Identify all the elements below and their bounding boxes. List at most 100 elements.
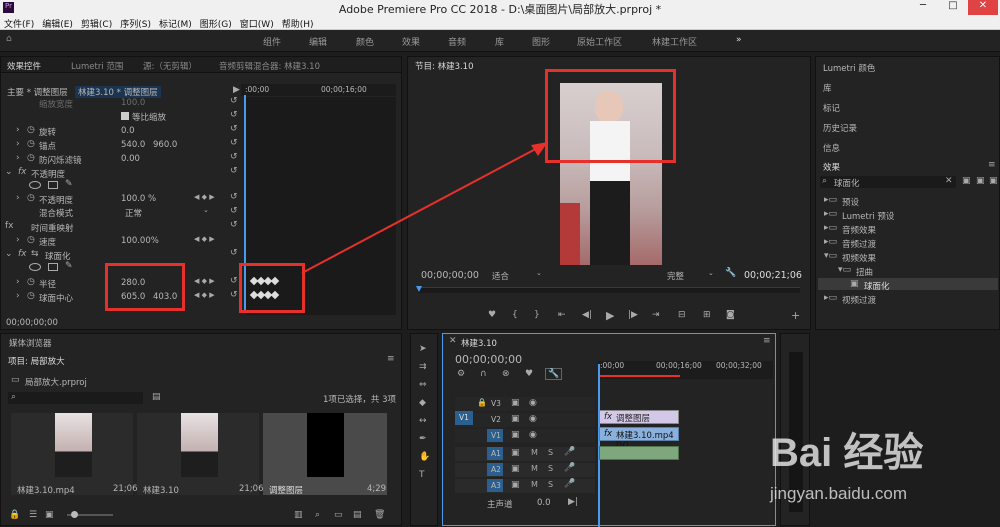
selection-tool-icon[interactable]: ➤ (419, 344, 427, 354)
source-patch-v1[interactable]: V1 (455, 411, 473, 425)
automate-icon[interactable]: ▥ (294, 510, 303, 520)
microphone-icon[interactable]: 🎤 (564, 447, 575, 457)
tab-media-browser[interactable]: 媒体浏览器 (9, 337, 52, 349)
search-value: 球面化 (834, 179, 860, 189)
project-search-input[interactable]: ⌕ (8, 392, 143, 404)
panel-menu-icon[interactable]: ≡ (763, 336, 771, 346)
new-item-icon[interactable]: ▤ (353, 510, 362, 520)
toggle-sync-icon[interactable]: ▣ (511, 414, 520, 424)
history-tab[interactable]: 历史记录 (823, 122, 857, 134)
mute-button[interactable]: M (531, 464, 538, 473)
microphone-icon[interactable]: 🎤 (564, 479, 575, 489)
tree-distort[interactable]: 扭曲 (856, 266, 873, 278)
slip-icon[interactable]: ↔ (419, 416, 427, 426)
nest-icon[interactable]: ⚙ (457, 369, 465, 379)
watermark-brand: Bai 经验 (770, 431, 924, 475)
project-item[interactable]: 林建3.10 21;06 (137, 413, 264, 496)
add-marker-icon[interactable]: ♥ (525, 369, 533, 379)
timeline-settings-icon[interactable]: 🔧 (545, 368, 563, 380)
project-file-icon: ▭ (11, 375, 20, 385)
snap-icon[interactable]: ∩ (480, 369, 487, 379)
tree-selected-row (818, 278, 998, 290)
lock-icon[interactable]: 🔒 (477, 398, 487, 407)
toggle-sync-icon[interactable]: ▣ (511, 430, 520, 440)
find-icon[interactable]: ⌕ (315, 510, 320, 520)
fx-icon: fx (604, 412, 613, 422)
folder-icon: ▾▭ (824, 251, 838, 261)
tree-video-effects[interactable]: 视频效果 (842, 252, 876, 264)
project-item-name: 林建3.10 (143, 486, 179, 496)
toggle-sync-icon[interactable]: ▣ (511, 448, 520, 458)
tree-audio-effects[interactable]: 音频效果 (842, 224, 876, 236)
accelerated-effects-icon[interactable]: ▣ (962, 176, 971, 186)
solo-button[interactable]: S (548, 464, 553, 473)
new-bin-from-search-icon[interactable]: ▤ (152, 392, 161, 402)
project-item-duration: 21;06 (239, 484, 264, 494)
timeline-ruler[interactable]: :00;00 00;00;16;00 00;00;32;00 (598, 361, 773, 379)
track-header-v2[interactable] (455, 413, 595, 427)
panel-menu-icon[interactable]: ≡ (988, 160, 996, 170)
master-track-value[interactable]: 0.0 (537, 498, 551, 508)
project-item[interactable]: 林建3.10.mp4 21;06 (11, 413, 138, 496)
master-jump-icon[interactable]: ▶| (568, 497, 578, 507)
markers-tab[interactable]: 标记 (823, 102, 840, 114)
clip-audio[interactable] (599, 446, 679, 460)
libraries-tab[interactable]: 库 (823, 82, 832, 94)
tl-ruler-1: 00;00;16;00 (656, 361, 702, 370)
trash-icon[interactable]: 🗑 (374, 510, 385, 520)
project-panel: 媒体浏览器 项目: 局部放大 ≡ ▭ 局部放大.prproj ⌕ ▤ 1项已选择… (0, 333, 402, 526)
eye-icon[interactable]: ◉ (529, 398, 537, 408)
search-icon: ⌕ (11, 392, 17, 402)
tree-spherize[interactable]: 球面化 (864, 280, 890, 292)
project-item-selected[interactable]: 调整图层 4;29 (263, 413, 387, 496)
info-tab[interactable]: 信息 (823, 142, 840, 154)
tree-lumetri-presets[interactable]: Lumetri 预设 (842, 210, 894, 222)
close-tab-icon[interactable]: ✕ (449, 336, 457, 346)
timeline-title[interactable]: 林建3.10 (461, 337, 497, 349)
razor-icon[interactable]: ◆ (419, 398, 426, 408)
track-label-a2: A2 (491, 465, 501, 474)
effects-search-input[interactable]: ⌕ 球面化 ✕ (820, 176, 956, 189)
project-title[interactable]: 项目: 局部放大 (8, 355, 65, 367)
track-select-icon[interactable]: ⇉ (419, 362, 427, 372)
microphone-icon[interactable]: 🎤 (564, 463, 575, 473)
toggle-sync-icon[interactable]: ▣ (511, 464, 520, 474)
folder-icon: ▸▭ (824, 195, 838, 205)
list-view-icon[interactable]: ☰ (29, 510, 37, 520)
track-header-v1[interactable] (455, 429, 595, 443)
tree-presets[interactable]: 预设 (842, 196, 859, 208)
right-side-panel: Lumetri 颜色 库 标记 历史记录 信息 效果 ≡ ⌕ 球面化 ✕ ▣ ▣… (815, 56, 1000, 330)
panel-menu-icon[interactable]: ≡ (387, 354, 395, 364)
new-bin-icon[interactable]: ▭ (334, 510, 343, 520)
type-tool-icon[interactable]: T (419, 470, 425, 480)
solo-button[interactable]: S (548, 448, 553, 457)
32bit-effects-icon[interactable]: ▣ (976, 176, 985, 186)
effects-panel-title[interactable]: 效果 (823, 161, 840, 173)
icon-view-icon[interactable]: ▣ (45, 510, 54, 520)
eye-icon[interactable]: ◉ (529, 414, 537, 424)
clear-icon[interactable]: ✕ (945, 176, 953, 186)
yuv-effects-icon[interactable]: ▣ (989, 176, 998, 186)
folder-icon: ▸▭ (824, 209, 838, 219)
solo-button[interactable]: S (548, 480, 553, 489)
pen-tool-icon[interactable]: ✒ (419, 434, 427, 444)
toggle-sync-icon[interactable]: ▣ (511, 480, 520, 490)
mute-button[interactable]: M (531, 480, 538, 489)
clip-adjustment-layer[interactable]: fx 调整图层 (599, 410, 679, 424)
timeline-timecode[interactable]: 00;00;00;00 (455, 353, 522, 366)
lumetri-color-tab[interactable]: Lumetri 颜色 (823, 62, 875, 74)
clip-video[interactable]: fx 林建3.10.mp4 [V] (599, 427, 679, 451)
track-header-v3[interactable] (455, 397, 595, 411)
lock-icon[interactable]: 🔒 (9, 510, 20, 520)
toggle-sync-icon[interactable]: ▣ (511, 398, 520, 408)
render-bar (600, 375, 680, 377)
tree-video-transitions[interactable]: 视频过渡 (842, 294, 876, 306)
folder-icon: ▸▭ (824, 293, 838, 303)
zoom-slider-thumb[interactable] (71, 511, 78, 518)
eye-icon[interactable]: ◉ (529, 430, 537, 440)
hand-tool-icon[interactable]: ✋ (419, 452, 430, 462)
ripple-edit-icon[interactable]: ⇔ (419, 380, 427, 390)
linked-selection-icon[interactable]: ⊗ (502, 369, 510, 379)
mute-button[interactable]: M (531, 448, 538, 457)
tree-audio-transitions[interactable]: 音频过渡 (842, 238, 876, 250)
